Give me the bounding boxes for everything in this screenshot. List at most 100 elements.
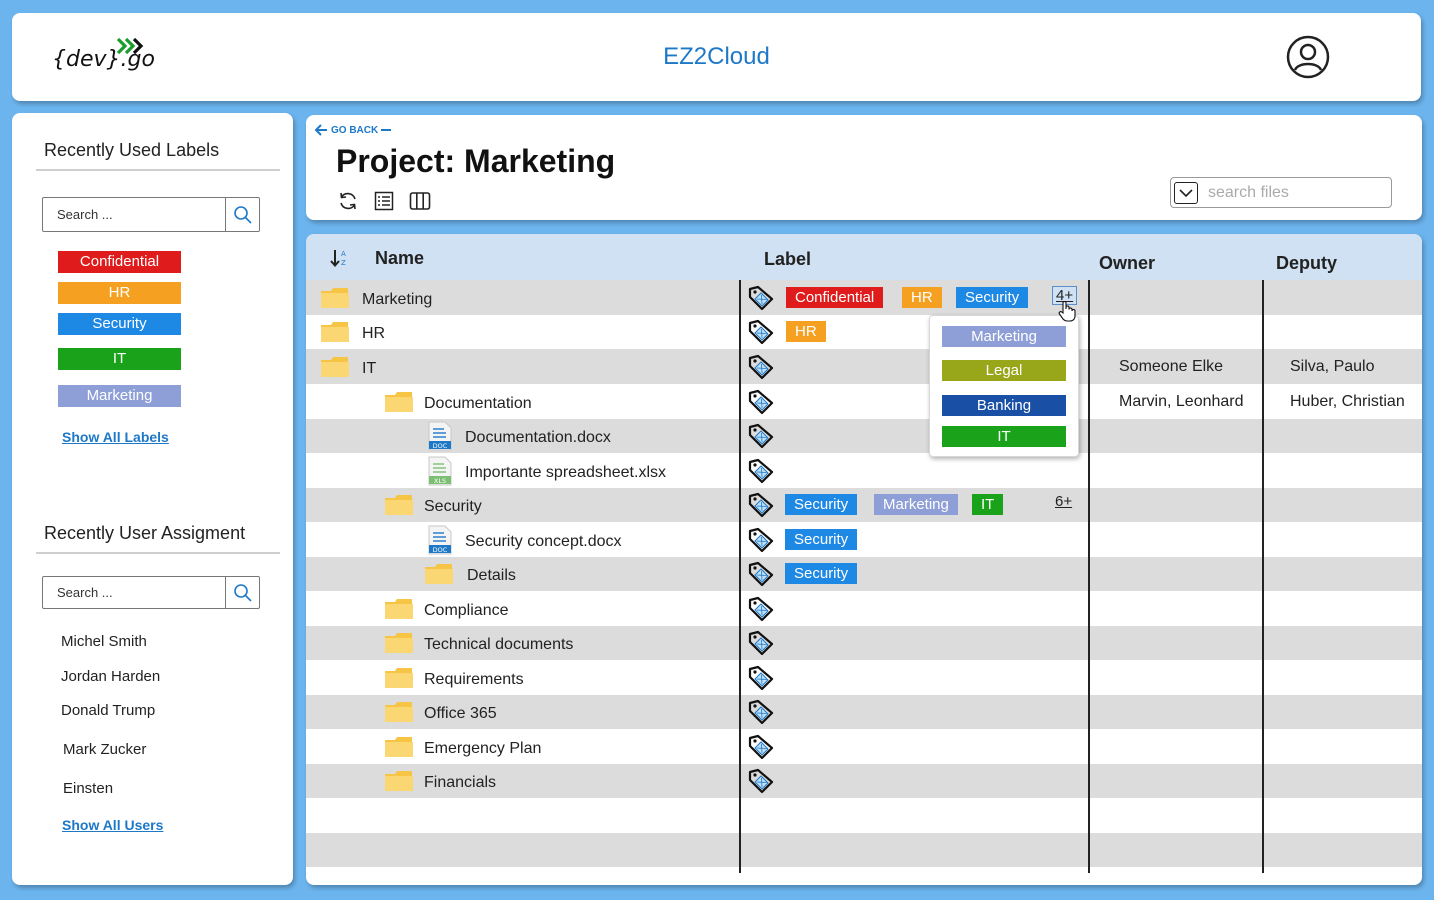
file-name[interactable]: Financials [424,774,496,792]
table-row[interactable]: Details Security [306,557,1422,591]
file-name[interactable]: Documentation [424,395,532,413]
file-search-input[interactable] [1208,183,1378,202]
file-name[interactable]: HR [362,325,385,343]
file-name[interactable]: Security [424,498,482,516]
table-row[interactable]: Financials [306,764,1422,798]
folder-icon [320,356,350,383]
add-label-icon[interactable] [747,318,775,351]
add-label-icon[interactable] [747,629,775,662]
table-row[interactable]: Technical documents [306,626,1422,660]
table-row[interactable]: XLS Importante spreadsheet.xlsx [306,453,1422,488]
table-row[interactable]: HR HR [306,315,1422,349]
divider [36,169,280,171]
show-all-labels-link[interactable]: Show All Labels [62,429,169,445]
column-header-deputy[interactable]: Deputy [1276,253,1337,274]
label-tag-security[interactable]: Security [58,313,181,335]
deputy-cell[interactable]: Huber, Christian [1290,393,1405,411]
search-filter-dropdown[interactable] [1174,181,1198,204]
deputy-cell[interactable]: Silva, Paulo [1290,358,1375,376]
labels-search-input[interactable] [43,198,225,231]
label-tag-confidential[interactable]: Confidential [786,286,884,308]
add-label-icon[interactable] [747,353,775,386]
users-search-button[interactable] [225,577,259,608]
add-label-icon[interactable] [747,284,775,317]
owner-cell[interactable]: Someone Elke [1119,358,1223,376]
refresh-icon[interactable] [337,190,359,212]
file-name[interactable]: Importante spreadsheet.xlsx [465,464,666,482]
recent-user-item[interactable]: Donald Trump [61,702,155,719]
add-label-icon[interactable] [747,767,775,800]
add-label-icon[interactable] [747,457,775,490]
add-label-icon[interactable] [747,664,775,697]
folder-icon [320,287,350,314]
add-label-icon[interactable] [747,560,775,593]
file-name[interactable]: Requirements [424,671,524,689]
recent-users-heading: Recently User Assigment [44,523,246,543]
table-row[interactable]: Documentation Marvin, Leonhard Huber, Chri… [306,384,1422,419]
column-header-label[interactable]: Label [764,249,811,270]
recent-user-item[interactable]: Michel Smith [61,633,147,650]
column-header-owner[interactable]: Owner [1099,253,1155,274]
folder-icon [320,321,350,348]
add-label-icon[interactable] [747,491,775,524]
table-row[interactable]: Requirements [306,660,1422,695]
add-label-icon[interactable] [747,733,775,766]
label-tag-security[interactable]: Security [785,494,858,515]
label-tag-security[interactable]: Security [785,563,858,584]
file-name[interactable]: Details [467,567,516,585]
popup-label-it[interactable]: IT [942,426,1066,447]
label-tag-marketing[interactable]: Marketing [874,494,958,515]
labels-search [42,197,260,232]
file-name[interactable]: Marketing [362,291,432,309]
label-tag-security[interactable]: Security [956,286,1029,308]
file-name[interactable]: Emergency Plan [424,740,541,758]
table-row[interactable]: Marketing Confidential HR Security 4+ [306,280,1422,315]
recent-user-item[interactable]: Einsten [63,780,113,797]
list-view-icon[interactable] [373,190,395,212]
popup-label-marketing[interactable]: Marketing [942,326,1066,347]
label-tag-it[interactable]: IT [972,494,1004,515]
dash-icon [381,129,392,131]
file-name[interactable]: IT [362,360,376,378]
column-view-icon[interactable] [409,190,431,212]
user-avatar-icon[interactable] [1286,35,1330,79]
sort-az-icon[interactable]: A Z [330,249,350,267]
file-name[interactable]: Office 365 [424,705,497,723]
popup-label-banking[interactable]: Banking [942,395,1066,416]
add-label-icon[interactable] [747,526,775,559]
label-tag-marketing[interactable]: Marketing [58,385,181,407]
file-name[interactable]: Technical documents [424,636,573,654]
owner-cell[interactable]: Marvin, Leonhard [1119,393,1244,411]
file-name[interactable]: Compliance [424,602,508,620]
recent-user-item[interactable]: Mark Zucker [63,741,146,758]
sidebar: Recently Used Labels Confidential HR Secur… [12,113,293,885]
table-row[interactable]: Compliance [306,591,1422,626]
table-row[interactable]: Security Security Marketing IT 6+ [306,488,1422,522]
column-header-name[interactable]: Name [375,248,424,269]
add-label-icon[interactable] [747,595,775,628]
add-label-icon[interactable] [747,422,775,455]
table-row[interactable]: DOC Documentation.docx [306,419,1422,453]
users-search-input[interactable] [43,577,225,608]
file-name[interactable]: Security concept.docx [465,533,622,551]
table-row[interactable]: DOC Security concept.docx Security [306,522,1422,557]
label-tag-hr[interactable]: HR [58,282,181,304]
label-tag-confidential[interactable]: Confidential [58,251,181,273]
recent-user-item[interactable]: Jordan Harden [61,668,160,685]
labels-search-button[interactable] [225,198,259,231]
go-back-label: GO BACK [331,124,379,136]
add-label-icon[interactable] [747,698,775,731]
label-tag-it[interactable]: IT [58,348,181,370]
popup-label-legal[interactable]: Legal [942,360,1066,381]
label-tag-hr[interactable]: HR [786,321,826,342]
label-tag-security[interactable]: Security [785,528,858,550]
add-label-icon[interactable] [747,388,775,421]
more-labels-button[interactable]: 6+ [1055,493,1072,510]
table-row[interactable]: Office 365 [306,695,1422,729]
show-all-users-link[interactable]: Show All Users [62,817,163,833]
table-row[interactable]: Emergency Plan [306,729,1422,764]
go-back-link[interactable]: GO BACK [314,124,392,136]
label-tag-hr[interactable]: HR [902,286,942,308]
table-row[interactable]: IT Someone Elke Silva, Paulo [306,349,1422,384]
file-name[interactable]: Documentation.docx [465,429,611,447]
